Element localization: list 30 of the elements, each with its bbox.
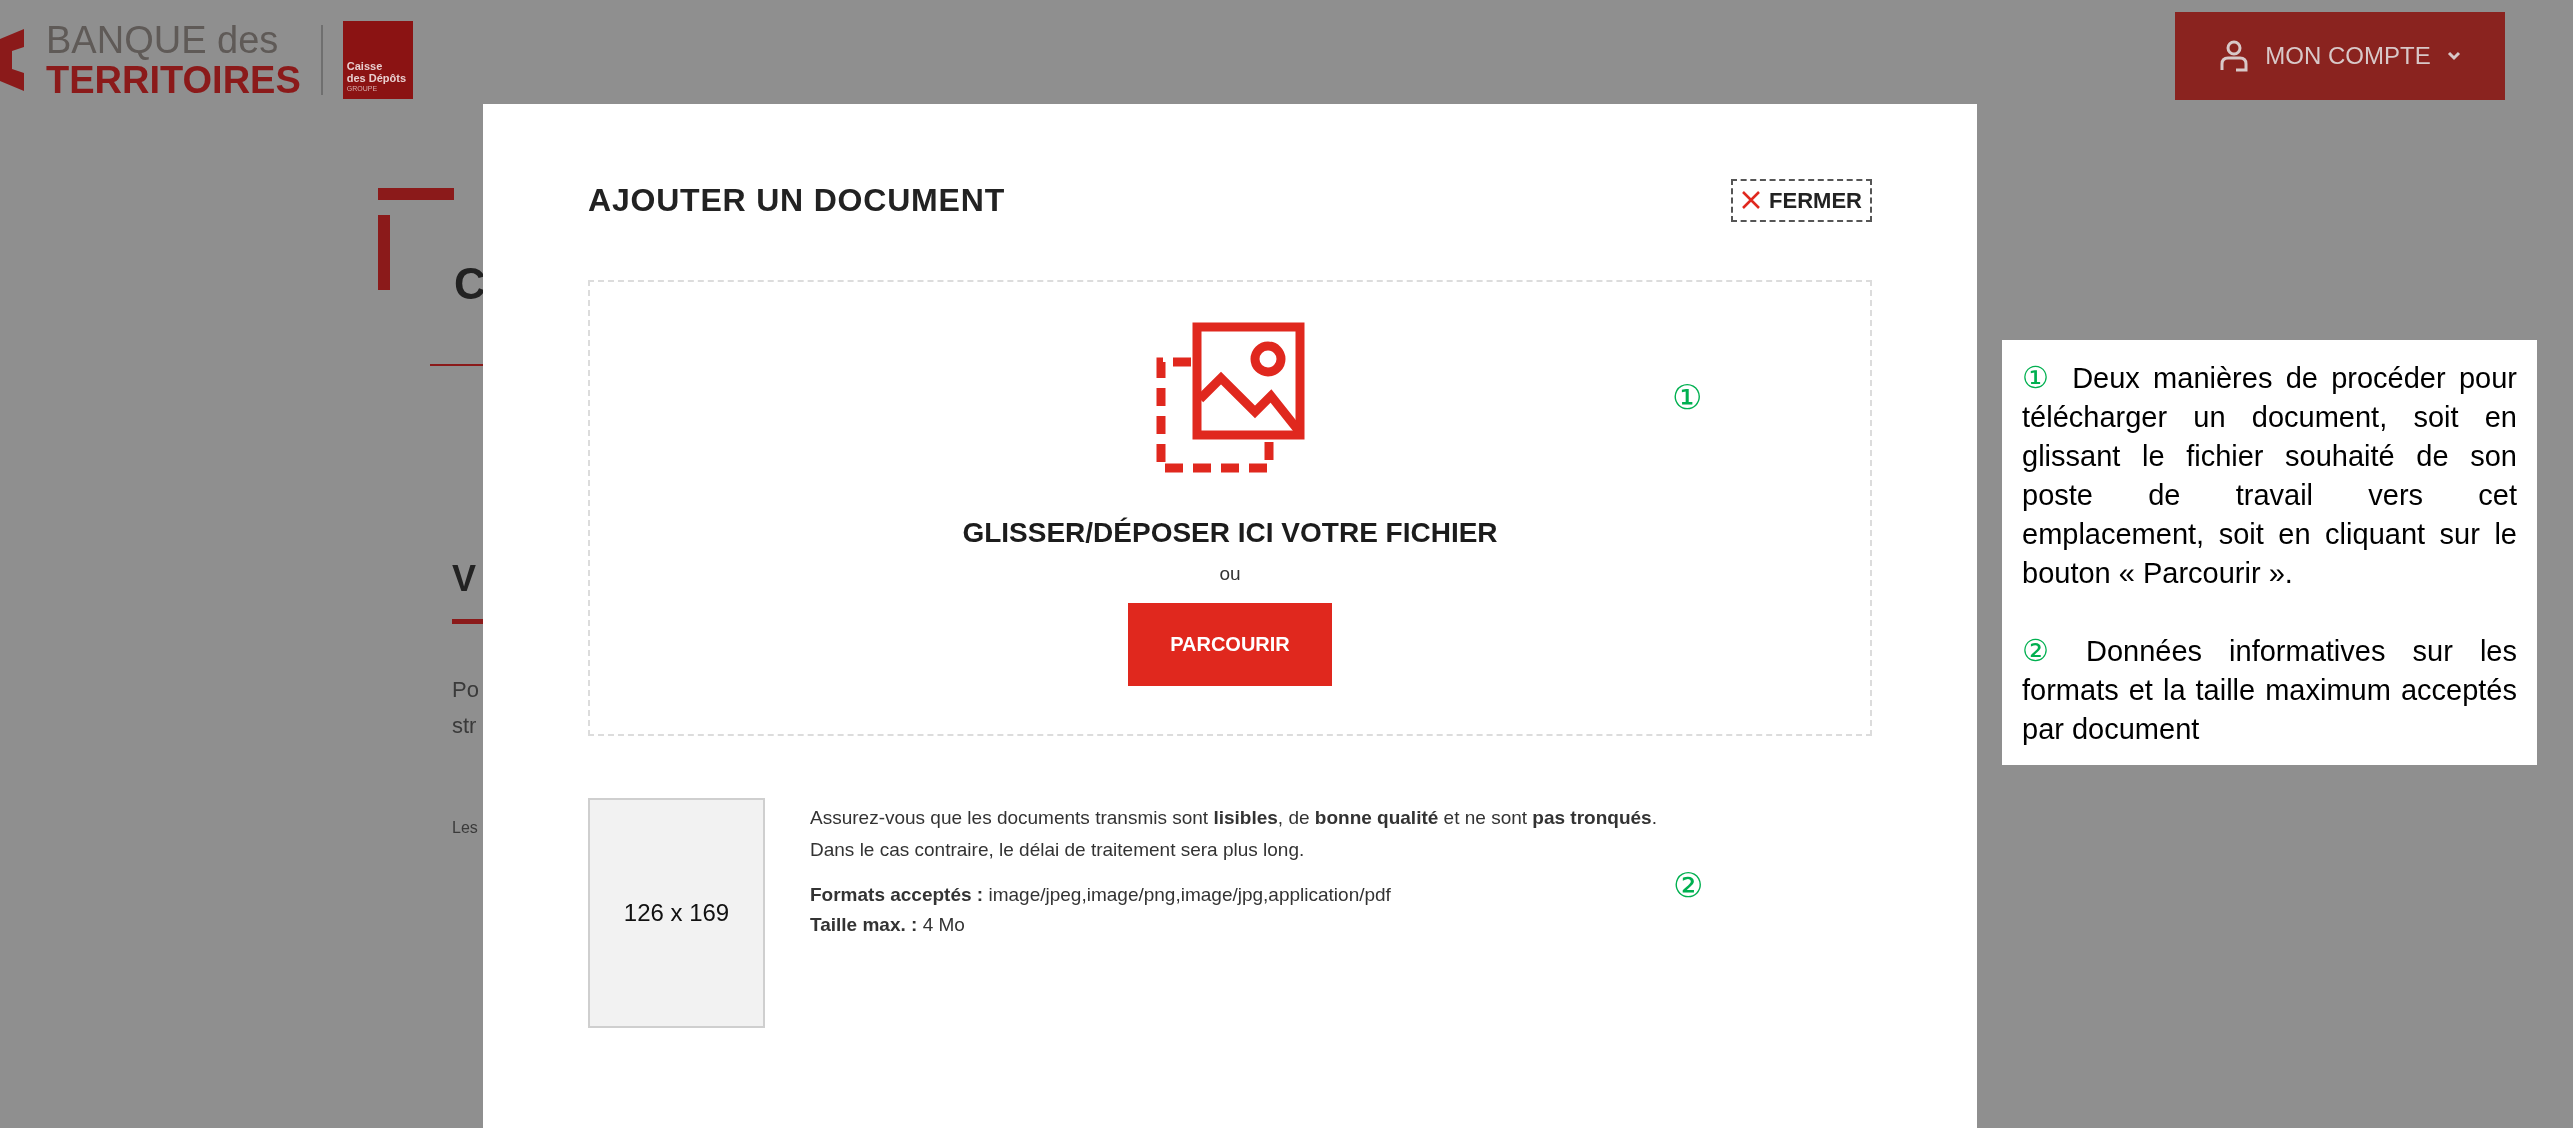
paragraph-text: str [452,712,477,740]
annotation-marker: ② [1673,868,1704,902]
page-heading: C [454,262,486,306]
user-icon [2219,40,2250,72]
modal-title: AJOUTER UN DOCUMENT [588,181,1005,220]
image-upload-icon [1155,322,1305,474]
section-title: V [452,561,476,597]
note-text: Les [452,818,478,838]
account-button[interactable]: MON COMPTE [2175,12,2505,100]
info-text: Assurez-vous que les documents transmis sont lisibles, de bonne qualité et ne sont pas tronqués. [810,806,1657,830]
separator-text: ou [1219,562,1241,586]
logo-text: BANQUE des [46,20,280,60]
badge-text: Caisse [346,60,384,72]
placeholder-size-text: 126 x 169 [623,898,730,928]
annotation-text: ① Deux manières de procéder pour télécharger un document, soit en glissant le fichier souhaité de son poste de travail vers cet emplacement, soit en cliquant sur le bouton « Parcourir ». [2022,359,2517,591]
info-text: Dans le cas contraire, le délai de traitement sera plus long. [810,838,1306,862]
close-icon [1741,190,1762,210]
browse-button[interactable]: PARCOURIR [1128,602,1332,686]
badge-text: des Dépôts [346,72,408,84]
close-button[interactable]: FERMER [1731,178,1872,222]
annotation-marker: ① [1672,380,1703,414]
dropzone[interactable]: GLISSER/DÉPOSER ICI VOTRE FICHIER ou PARCOURIR ① [588,280,1872,736]
dropzone-heading: GLISSER/DÉPOSER ICI VOTRE FICHIER [962,516,1498,550]
format-info-text: Formats acceptés : image/jpeg,image/png,image/jpg,application/pdf [810,883,1392,907]
annotation-text: ② Données informatives sur les formats et la taille maximum acceptés par document [2022,632,2517,747]
format-info-text: Taille max. : 4 Mo [810,913,966,937]
paragraph-text: Po [452,676,479,704]
logo-hexagon-icon [0,29,26,91]
chevron-down-icon [2446,51,2461,61]
logo-text: TERRITOIRES [46,60,301,100]
